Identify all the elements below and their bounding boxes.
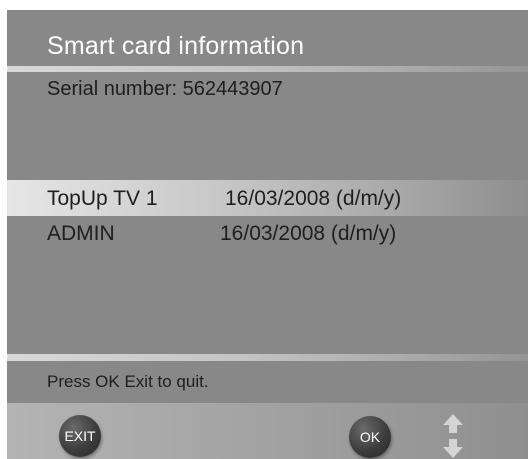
- serial-number-value: 562443907: [182, 78, 283, 100]
- footer-separator: [7, 354, 528, 361]
- serial-number: Serial number: 562443907: [47, 78, 283, 101]
- exit-button[interactable]: EXIT: [59, 415, 101, 457]
- entry-row-admin[interactable]: ADMIN 16/03/2008 (d/m/y): [7, 215, 528, 251]
- smart-card-info-screen: Smart card information Serial number: 56…: [7, 10, 528, 459]
- up-down-arrows-icon: [443, 414, 463, 458]
- serial-number-label: Serial number:: [47, 78, 183, 100]
- entry-date: 16/03/2008 (d/m/y): [220, 222, 397, 245]
- help-text: Press OK Exit to quit.: [47, 372, 209, 391]
- title-separator: [7, 66, 528, 72]
- entry-date: 16/03/2008 (d/m/y): [225, 187, 402, 210]
- ok-button[interactable]: OK: [349, 416, 391, 458]
- entry-row-topup-tv-1[interactable]: TopUp TV 1 16/03/2008 (d/m/y): [7, 180, 528, 216]
- entry-name: ADMIN: [47, 222, 115, 245]
- entry-name: TopUp TV 1: [47, 187, 158, 210]
- screen-title: Smart card information: [47, 32, 305, 60]
